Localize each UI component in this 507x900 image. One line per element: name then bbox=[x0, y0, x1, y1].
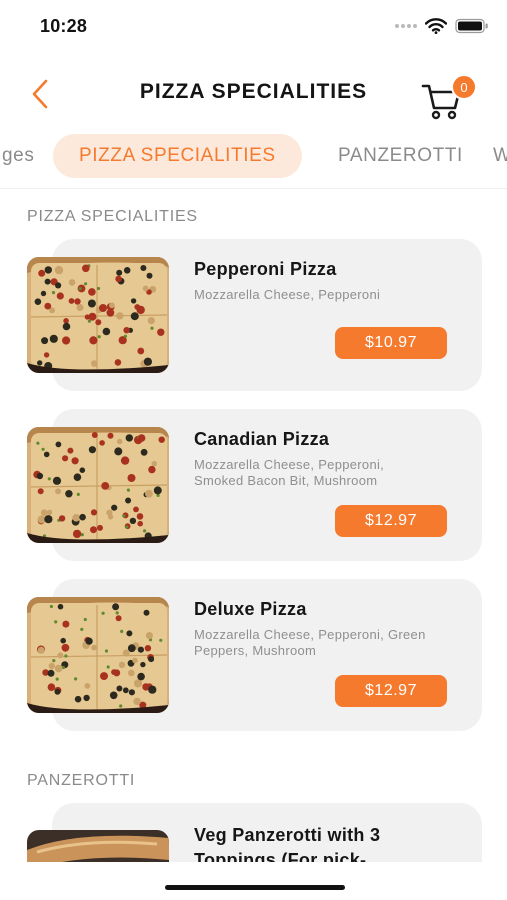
nav-header: PIZZA SPECIALITIES 0 bbox=[0, 64, 507, 124]
product-description: Mozzarella Cheese, Pepperoni, Green Pepp… bbox=[194, 627, 426, 658]
product-name: Pepperoni Pizza bbox=[194, 259, 337, 279]
tab-panzerotti[interactable]: PANZEROTTI bbox=[338, 134, 463, 178]
cart-count-badge: 0 bbox=[451, 74, 477, 100]
product-description: Mozzarella Cheese, Pepperoni bbox=[194, 287, 381, 302]
section-title: PANZEROTTI bbox=[27, 772, 136, 789]
pizza-image bbox=[27, 427, 169, 543]
status-bar: 10:28 bbox=[0, 0, 507, 54]
price-button[interactable]: $12.97 bbox=[335, 675, 447, 707]
cellular-signal-icon bbox=[395, 24, 417, 28]
category-tabs: ges PIZZA SPECIALITIES PANZEROTTI W bbox=[0, 134, 507, 180]
product-name: Deluxe Pizza bbox=[194, 599, 307, 619]
cart-button[interactable]: 0 bbox=[421, 72, 477, 120]
pizza-image bbox=[27, 597, 169, 713]
bottom-safe-area bbox=[0, 862, 507, 900]
status-time: 10:28 bbox=[40, 16, 88, 36]
app-screen: 10:28 PIZZA SPECIALITIES 0 ges PIZZA SPE… bbox=[0, 0, 507, 900]
wifi-icon bbox=[425, 18, 447, 34]
pizza-image bbox=[27, 257, 169, 373]
battery-icon bbox=[455, 18, 488, 34]
price-button[interactable]: $10.97 bbox=[335, 327, 447, 359]
tab-pizza-specialities[interactable]: PIZZA SPECIALITIES bbox=[53, 134, 302, 178]
tab-beverages[interactable]: ges bbox=[2, 134, 34, 178]
product-description: Mozzarella Cheese, Pepperoni, Smoked Bac… bbox=[194, 457, 385, 488]
status-indicators bbox=[395, 18, 489, 34]
product-name: Canadian Pizza bbox=[194, 429, 330, 449]
price-button[interactable]: $12.97 bbox=[335, 505, 447, 537]
tabs-divider bbox=[0, 188, 507, 189]
section-title: PIZZA SPECIALITIES bbox=[27, 208, 198, 225]
tab-next-category[interactable]: W bbox=[493, 134, 507, 178]
home-indicator bbox=[165, 885, 345, 890]
